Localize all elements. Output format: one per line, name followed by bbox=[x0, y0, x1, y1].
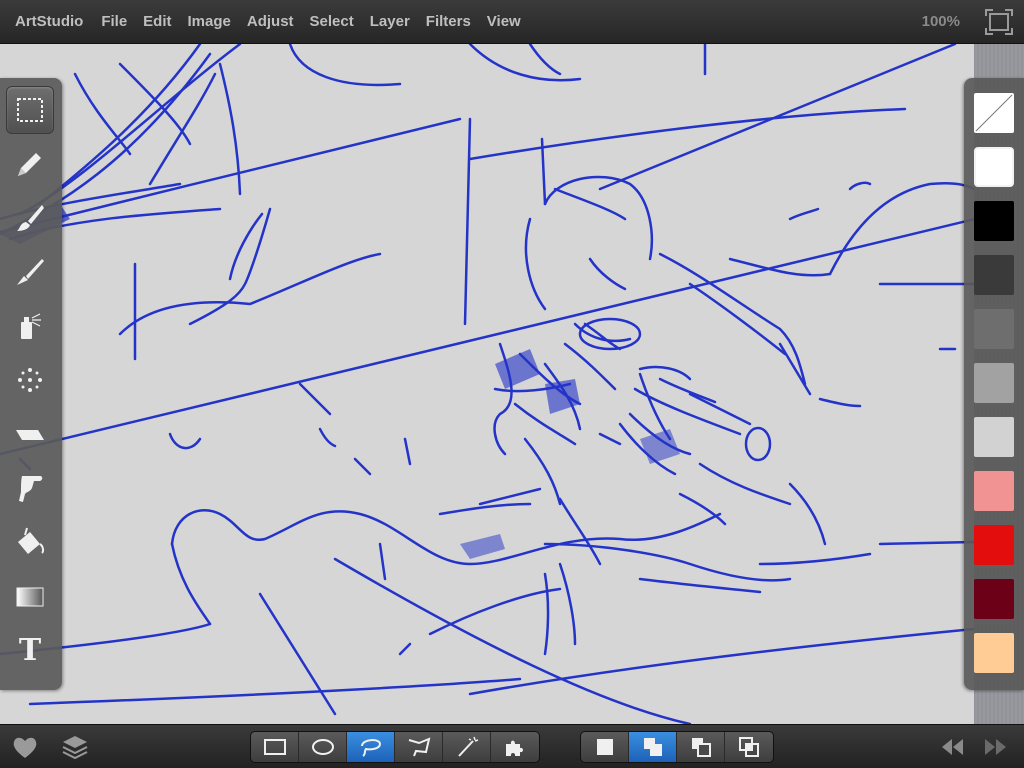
spray-can-icon bbox=[21, 313, 41, 339]
fill-tool[interactable] bbox=[6, 518, 54, 566]
sketch-artwork bbox=[0, 44, 974, 724]
menu-view[interactable]: View bbox=[479, 0, 529, 44]
pencil-tool[interactable] bbox=[6, 140, 54, 188]
swatch-mid-gray[interactable] bbox=[974, 363, 1014, 403]
heart-icon[interactable] bbox=[10, 733, 40, 761]
new-selection-icon bbox=[596, 739, 613, 755]
subtract-selection-icon bbox=[691, 738, 711, 757]
gradient-tool[interactable] bbox=[6, 572, 54, 620]
mode-new[interactable] bbox=[581, 732, 629, 762]
magic-wand-select[interactable] bbox=[443, 732, 491, 762]
intersect-selection-icon bbox=[739, 737, 759, 757]
selection-shape-group bbox=[250, 731, 540, 763]
menu-edit[interactable]: Edit bbox=[135, 0, 179, 44]
paint-bucket-icon bbox=[18, 527, 45, 554]
forward-icon[interactable] bbox=[980, 733, 1010, 761]
tools-panel: T bbox=[0, 78, 62, 690]
menu-layer[interactable]: Layer bbox=[362, 0, 418, 44]
menu-file[interactable]: File bbox=[93, 0, 135, 44]
spray-tool[interactable] bbox=[6, 302, 54, 350]
finger-icon bbox=[19, 476, 43, 502]
selection-mode-group bbox=[580, 731, 774, 763]
mode-subtract[interactable] bbox=[677, 732, 725, 762]
pencil-icon bbox=[18, 153, 41, 176]
menu-bar: ArtStudio File Edit Image Adjust Select … bbox=[0, 0, 1024, 44]
scatter-tool[interactable] bbox=[6, 356, 54, 404]
lasso-icon bbox=[360, 739, 381, 757]
layers-icon[interactable] bbox=[60, 733, 90, 761]
marquee-icon bbox=[17, 98, 43, 122]
swatch-transparent[interactable] bbox=[974, 93, 1014, 133]
ellipse-icon bbox=[311, 739, 334, 755]
color-palette bbox=[964, 78, 1024, 690]
eraser-icon bbox=[16, 430, 44, 440]
rectangle-select-tool[interactable] bbox=[6, 86, 54, 134]
finger-smudge-tool[interactable] bbox=[6, 464, 54, 512]
swatch-red[interactable] bbox=[974, 525, 1014, 565]
rewind-icon[interactable] bbox=[938, 733, 968, 761]
rectangle-icon bbox=[263, 739, 286, 755]
dots-icon bbox=[18, 368, 42, 392]
swatch-black[interactable] bbox=[974, 201, 1014, 241]
add-selection-icon bbox=[643, 738, 662, 756]
swatch-pink[interactable] bbox=[974, 471, 1014, 511]
menu-filters[interactable]: Filters bbox=[418, 0, 479, 44]
smudge-brush-icon bbox=[17, 259, 44, 285]
eraser-tool[interactable] bbox=[6, 410, 54, 458]
polygon-lasso-icon bbox=[408, 737, 430, 757]
mode-intersect[interactable] bbox=[725, 732, 773, 762]
menu-adjust[interactable]: Adjust bbox=[239, 0, 302, 44]
mode-add[interactable] bbox=[629, 732, 677, 762]
swatch-peach[interactable] bbox=[974, 633, 1014, 673]
fullscreen-icon[interactable] bbox=[984, 8, 1014, 36]
swatch-light-gray[interactable] bbox=[974, 417, 1014, 457]
swatch-gray[interactable] bbox=[974, 309, 1014, 349]
magic-wand-icon bbox=[457, 736, 478, 757]
swatch-dark-gray[interactable] bbox=[974, 255, 1014, 295]
puzzle-select[interactable] bbox=[491, 732, 539, 762]
smudge-tool[interactable] bbox=[6, 248, 54, 296]
lasso-select-shape[interactable] bbox=[347, 732, 395, 762]
gradient-icon bbox=[16, 587, 44, 607]
rect-select-shape[interactable] bbox=[251, 732, 299, 762]
puzzle-icon bbox=[506, 740, 523, 756]
brush-tool[interactable] bbox=[6, 194, 54, 242]
zoom-level[interactable]: 100% bbox=[922, 0, 960, 44]
app-menu[interactable]: ArtStudio bbox=[0, 0, 93, 44]
bottom-toolbar bbox=[0, 724, 1024, 768]
text-tool[interactable]: T bbox=[6, 626, 54, 674]
ellipse-select-shape[interactable] bbox=[299, 732, 347, 762]
polygon-select-shape[interactable] bbox=[395, 732, 443, 762]
menu-select[interactable]: Select bbox=[302, 0, 362, 44]
swatch-white[interactable] bbox=[974, 147, 1014, 187]
text-icon: T bbox=[18, 632, 42, 668]
menu-image[interactable]: Image bbox=[180, 0, 239, 44]
brush-icon bbox=[17, 205, 44, 231]
swatch-maroon[interactable] bbox=[974, 579, 1014, 619]
drawing-canvas[interactable] bbox=[0, 44, 974, 724]
